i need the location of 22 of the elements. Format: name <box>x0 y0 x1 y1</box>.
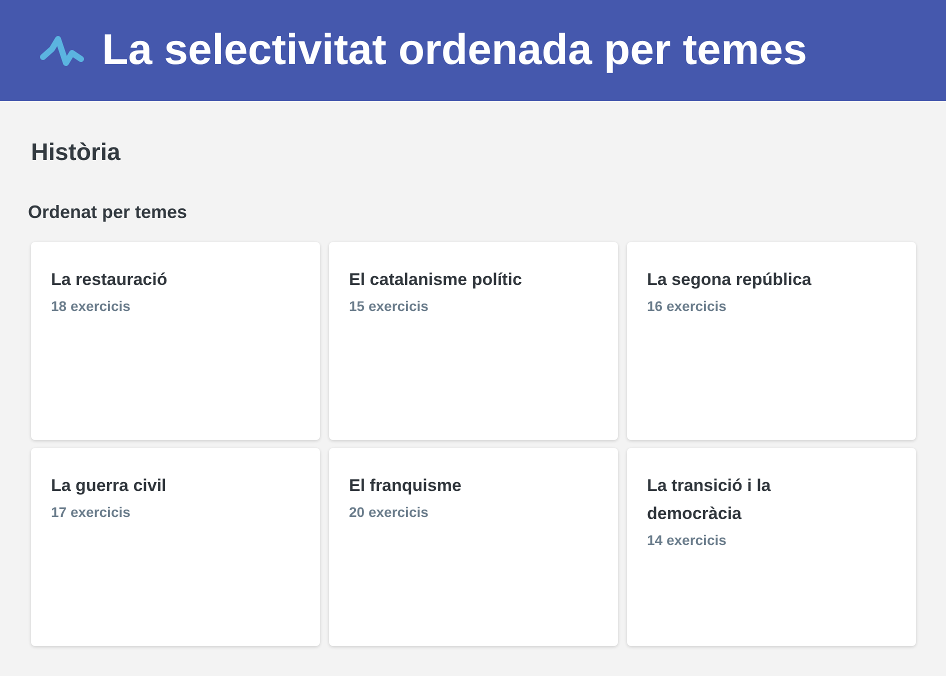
section-heading: Ordenat per temes <box>28 201 188 223</box>
topic-card[interactable]: El catalanisme polític 15 exercicis <box>329 242 618 440</box>
subject-heading: Història <box>31 138 122 168</box>
topic-title: La guerra civil <box>51 475 166 497</box>
exercise-count: 17 exercicis <box>51 504 130 520</box>
topic-title: La transició i la democràcia <box>647 475 772 525</box>
topic-card[interactable]: La segona república 16 exercicis <box>627 242 916 440</box>
topic-title: El catalanisme polític <box>349 269 522 291</box>
topic-title: El franquisme <box>349 475 462 497</box>
exercise-count: 16 exercicis <box>647 298 726 314</box>
topic-card[interactable]: La restauració 18 exercicis <box>31 242 320 440</box>
exercise-count: 14 exercicis <box>647 532 726 548</box>
exercise-count: 15 exercicis <box>349 298 428 314</box>
topic-card[interactable]: El franquisme 20 exercicis <box>329 448 618 646</box>
exercise-count: 18 exercicis <box>51 298 130 314</box>
site-title: La selectivitat ordenada per temes <box>102 26 808 75</box>
topic-title: La restauració <box>51 269 168 291</box>
exercise-count: 20 exercicis <box>349 504 428 520</box>
topic-title: La segona república <box>647 269 812 291</box>
topic-card[interactable]: La transició i la democràcia 14 exercicis <box>627 448 916 646</box>
topic-card[interactable]: La guerra civil 17 exercicis <box>31 448 320 646</box>
zigzag-logo-icon <box>40 34 84 66</box>
